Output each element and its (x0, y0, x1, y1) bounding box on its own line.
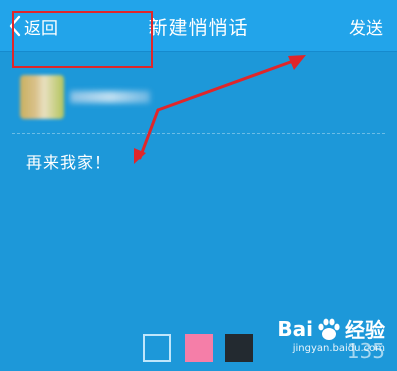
message-input-area[interactable]: 再来我家！ (0, 136, 397, 316)
divider (12, 133, 385, 134)
baidu-paw-icon (318, 318, 340, 340)
recipient-name-blurred (70, 91, 150, 103)
color-swatch-blue[interactable] (143, 334, 171, 362)
color-swatch-black[interactable] (225, 334, 253, 362)
recipient-row[interactable] (0, 58, 397, 128)
baidu-jingyan-watermark: Bai 经验 jingyan.baidu.com 135 (277, 314, 385, 364)
whisper-compose-screen: 返回 新建悄悄话 发送 再来我家！ Bai 经验 jingyan.baidu.c… (0, 0, 397, 371)
message-text: 再来我家！ (26, 153, 112, 172)
recipient-highlight-box (12, 11, 153, 68)
send-button[interactable]: 发送 (349, 14, 383, 39)
watermark-number: 135 (346, 339, 385, 363)
color-swatch-pink[interactable] (185, 334, 213, 362)
recipient-avatar (20, 75, 64, 119)
